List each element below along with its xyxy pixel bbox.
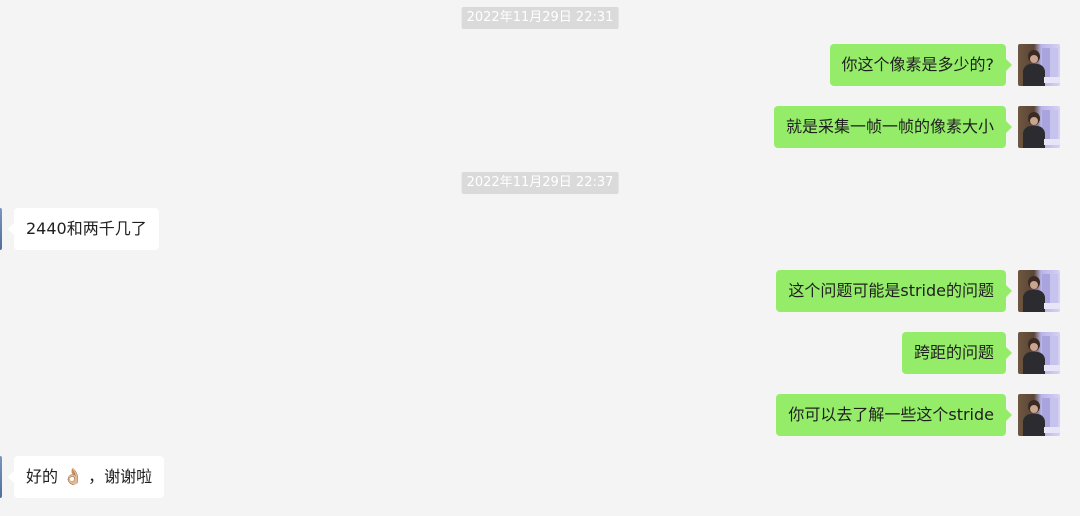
message-row: 好的 👌🏼 ，谢谢啦 [0, 456, 1080, 500]
contact-avatar[interactable] [0, 456, 2, 498]
ok-hand-emoji-icon: 👌🏼 [63, 467, 84, 486]
user-avatar[interactable] [1018, 106, 1060, 148]
user-avatar[interactable] [1018, 44, 1060, 86]
outgoing-message-bubble[interactable]: 你可以去了解一些这个stride [776, 394, 1012, 436]
message-row: 你可以去了解一些这个stride [0, 394, 1080, 438]
incoming-message-bubble[interactable]: 2440和两千几了 [8, 208, 159, 250]
message-row: 你这个像素是多少的? [0, 44, 1080, 88]
message-text: 好的 [26, 467, 59, 486]
outgoing-message-bubble[interactable]: 你这个像素是多少的? [829, 44, 1012, 86]
user-avatar[interactable] [1018, 270, 1060, 312]
user-avatar[interactable] [1018, 394, 1060, 436]
contact-avatar[interactable] [0, 208, 2, 250]
user-avatar[interactable] [1018, 332, 1060, 374]
message-row: 这个问题可能是stride的问题 [0, 270, 1080, 314]
message-text: ，谢谢啦 [88, 467, 153, 486]
message-row: 2440和两千几了 [0, 208, 1080, 252]
message-row: 就是采集一帧一帧的像素大小 [0, 106, 1080, 150]
outgoing-message-bubble[interactable]: 就是采集一帧一帧的像素大小 [773, 106, 1013, 148]
outgoing-message-bubble[interactable]: 跨距的问题 [901, 332, 1013, 374]
timestamp: 2022年11月29日 22:37 [461, 172, 619, 194]
incoming-message-bubble[interactable]: 好的 👌🏼 ，谢谢啦 [7, 456, 165, 498]
outgoing-message-bubble[interactable]: 这个问题可能是stride的问题 [776, 270, 1012, 312]
message-row: 跨距的问题 [0, 332, 1080, 376]
timestamp: 2022年11月29日 22:31 [461, 7, 619, 29]
